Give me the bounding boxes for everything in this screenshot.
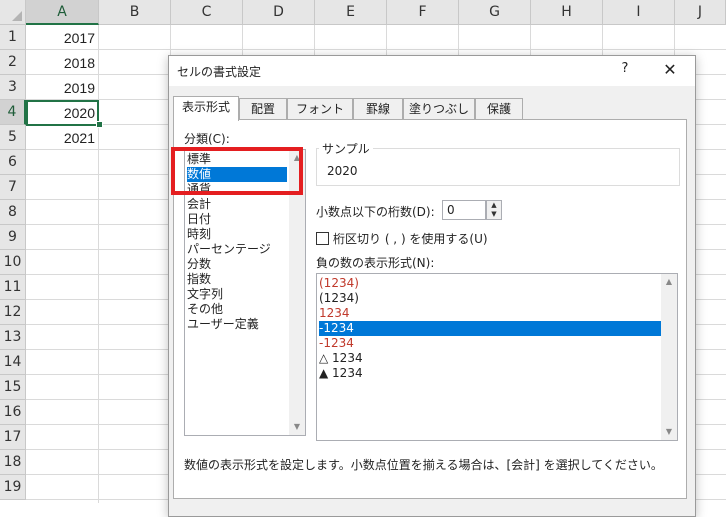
column-header-a[interactable]: A <box>26 0 99 25</box>
select-all-button[interactable] <box>0 0 26 25</box>
dialog-titlebar[interactable]: セルの書式設定 ? ✕ <box>169 56 695 86</box>
thousands-separator-checkbox[interactable] <box>316 232 329 245</box>
sample-group: サンプル 2020 <box>316 140 680 186</box>
gridline-vertical <box>98 25 99 503</box>
row-header-18[interactable]: 18 <box>0 450 26 475</box>
dialog-title: セルの書式設定 <box>177 65 262 79</box>
column-header-j[interactable]: J <box>675 0 726 25</box>
negative-format-item[interactable]: (1234) <box>319 276 661 291</box>
number-tab-panel: 分類(C): 標準 数値 通貨 会計 日付 時刻 パーセンテージ 分数 指数 文字列 その他 ユーザー… <box>173 119 687 499</box>
category-item[interactable]: 会計 <box>187 197 287 212</box>
category-item[interactable]: 時刻 <box>187 227 287 242</box>
row-header-17[interactable]: 17 <box>0 425 26 450</box>
negative-format-scrollbar[interactable]: ▲ ▼ <box>661 274 677 440</box>
category-item[interactable]: その他 <box>187 302 287 317</box>
row-header-11[interactable]: 11 <box>0 275 26 300</box>
row-header-16[interactable]: 16 <box>0 400 26 425</box>
tab-protection[interactable]: 保護 <box>475 98 523 119</box>
category-item[interactable]: 日付 <box>187 212 287 227</box>
negative-format-listbox[interactable]: (1234) (1234) 1234 -1234 -1234 △ 1234 ▲ 1234 ▲… <box>316 273 678 441</box>
gridline-horizontal <box>26 49 726 50</box>
column-header-b[interactable]: B <box>99 0 171 25</box>
spin-down-icon[interactable]: ▼ <box>487 210 501 219</box>
sample-caption: サンプル <box>319 140 373 157</box>
row-header-4[interactable]: 4 <box>0 100 26 125</box>
format-description: 数値の表示形式を設定します。小数点位置を揃える場合は、[会計] を選択してくださ… <box>184 458 663 472</box>
active-cell-border <box>26 100 99 126</box>
column-header-f[interactable]: F <box>387 0 459 25</box>
row-header-7[interactable]: 7 <box>0 175 26 200</box>
tab-number[interactable]: 表示形式 <box>173 96 239 121</box>
cell-a2[interactable]: 2018 <box>27 55 95 71</box>
category-item[interactable]: 数値 <box>187 167 287 182</box>
category-item[interactable]: ユーザー定義 <box>187 317 287 332</box>
category-item[interactable]: パーセンテージ <box>187 242 287 257</box>
scroll-up-icon[interactable]: ▲ <box>289 150 305 166</box>
column-header-d[interactable]: D <box>243 0 315 25</box>
scroll-down-icon[interactable]: ▼ <box>289 419 305 435</box>
column-header-c[interactable]: C <box>171 0 243 25</box>
row-header-10[interactable]: 10 <box>0 250 26 275</box>
category-item[interactable]: 文字列 <box>187 287 287 302</box>
row-header-8[interactable]: 8 <box>0 200 26 225</box>
decimal-places-input[interactable]: 0 <box>442 200 486 220</box>
row-header-1[interactable]: 1 <box>0 25 26 50</box>
thousands-separator-label[interactable]: 桁区切り ( , ) を使用する(U) <box>333 230 488 247</box>
row-header-15[interactable]: 15 <box>0 375 26 400</box>
negative-format-item[interactable]: ▲ 1234 <box>319 366 661 381</box>
tab-border[interactable]: 罫線 <box>353 98 403 119</box>
category-listbox[interactable]: 標準 数値 通貨 会計 日付 時刻 パーセンテージ 分数 指数 文字列 その他 ユーザー定義 ▲ ▼ <box>184 149 306 436</box>
select-all-triangle-icon <box>12 11 22 21</box>
row-header-13[interactable]: 13 <box>0 325 26 350</box>
column-header-i[interactable]: I <box>603 0 675 25</box>
row-header-2[interactable]: 2 <box>0 50 26 75</box>
spin-up-icon[interactable]: ▲ <box>487 201 501 210</box>
help-button[interactable]: ? <box>615 61 635 76</box>
tab-alignment[interactable]: 配置 <box>239 98 287 119</box>
cell-a3[interactable]: 2019 <box>27 80 95 96</box>
tab-font[interactable]: フォント <box>287 98 353 119</box>
scroll-down-icon[interactable]: ▼ <box>661 424 677 440</box>
row-header-9[interactable]: 9 <box>0 225 26 250</box>
scroll-up-icon[interactable]: ▲ <box>661 274 677 290</box>
column-header-e[interactable]: E <box>315 0 387 25</box>
decimal-places-label: 小数点以下の桁数(D): <box>316 205 435 219</box>
column-header-g[interactable]: G <box>459 0 531 25</box>
tab-fill[interactable]: 塗りつぶし <box>403 98 475 119</box>
row-header-6[interactable]: 6 <box>0 150 26 175</box>
row-header-14[interactable]: 14 <box>0 350 26 375</box>
category-item[interactable]: 通貨 <box>187 182 287 197</box>
negative-format-item[interactable]: (1234) <box>319 291 661 306</box>
category-label: 分類(C): <box>184 132 230 146</box>
negative-format-item[interactable]: 1234 <box>319 306 661 321</box>
category-item[interactable]: 指数 <box>187 272 287 287</box>
fill-handle[interactable] <box>96 121 103 128</box>
format-cells-dialog: セルの書式設定 ? ✕ 表示形式 配置 フォント 罫線 塗りつぶし 保護 分類(… <box>168 55 696 517</box>
cell-a5[interactable]: 2021 <box>27 130 95 146</box>
row-header-3[interactable]: 3 <box>0 75 26 100</box>
negative-format-item[interactable]: △ 1234 <box>319 351 661 366</box>
sample-value: 2020 <box>327 164 358 178</box>
negative-format-label: 負の数の表示形式(N): <box>316 256 435 270</box>
close-button[interactable]: ✕ <box>659 59 681 81</box>
decimal-places-spinner[interactable]: ▲ ▼ <box>486 200 502 220</box>
row-header-19[interactable]: 19 <box>0 475 26 500</box>
cell-a1[interactable]: 2017 <box>27 30 95 46</box>
category-item[interactable]: 標準 <box>187 152 287 167</box>
negative-format-item[interactable]: -1234 <box>319 321 661 336</box>
category-item[interactable]: 分数 <box>187 257 287 272</box>
category-scrollbar[interactable]: ▲ ▼ <box>289 150 305 435</box>
row-header-5[interactable]: 5 <box>0 125 26 150</box>
column-header-h[interactable]: H <box>531 0 603 25</box>
negative-format-item[interactable]: -1234 <box>319 336 661 351</box>
row-header-12[interactable]: 12 <box>0 300 26 325</box>
